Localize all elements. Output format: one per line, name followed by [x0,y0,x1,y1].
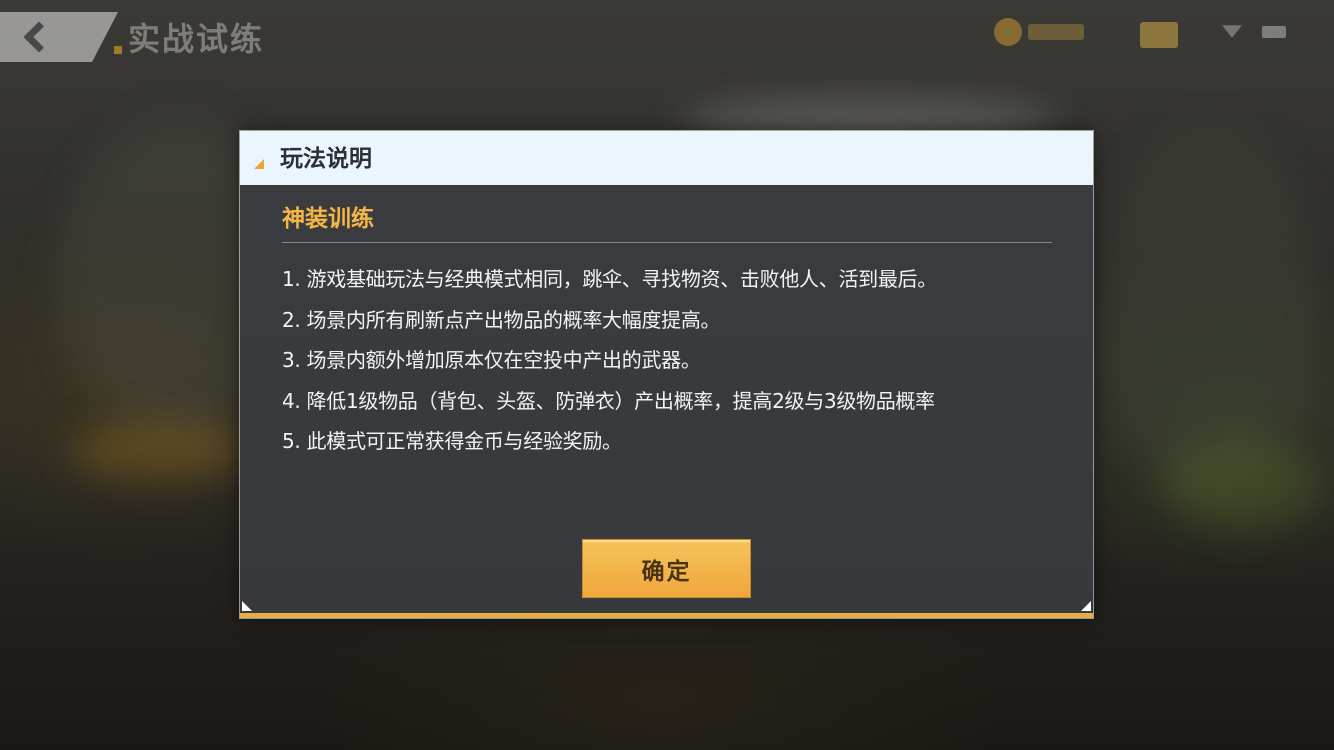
coin-icon [994,18,1022,46]
screen-title: 实战试练 [128,20,265,58]
rules-dialog: 玩法说明 神装训练 1. 游戏基础玩法与经典模式相同，跳伞、寻找物资、击败他人、… [240,131,1093,618]
corner-marker-icon [1081,601,1091,611]
title-marker [114,46,122,54]
corner-marker-icon [242,601,252,611]
confirm-button[interactable]: 确定 [582,539,751,598]
mail-icon[interactable] [1140,22,1178,48]
dialog-bottom-accent [240,613,1093,618]
rule-item: 5. 此模式可正常获得金币与经验奖励。 [282,429,622,453]
rule-item: 2. 场景内所有刷新点产出物品的概率大幅度提高。 [282,307,721,332]
dialog-header: 玩法说明 [240,131,1093,185]
rule-item: 4. 降低1级物品（背包、头盔、防弹衣）产出概率，提高2级与3级物品概率 [282,388,935,413]
rule-item: 3. 场景内额外增加原本仅在空投中产出的武器。 [282,348,701,372]
header-marker-icon [254,159,264,169]
wifi-icon [1222,25,1242,38]
coin-balance [1028,24,1084,40]
back-button[interactable] [0,12,118,62]
mode-title: 神装训练 [282,206,374,232]
rule-item: 1. 游戏基础玩法与经典模式相同，跳伞、寻找物资、击败他人、活到最后。 [282,267,937,291]
confirm-button-label: 确定 [641,558,692,585]
top-bar: 实战试练 [0,0,1334,64]
divider [282,242,1052,243]
rules-list: 1. 游戏基础玩法与经典模式相同，跳伞、寻找物资、击败他人、活到最后。 2. 场… [282,259,937,462]
back-icon [23,21,55,53]
battery-icon [1262,26,1286,38]
dialog-title: 玩法说明 [280,146,372,172]
